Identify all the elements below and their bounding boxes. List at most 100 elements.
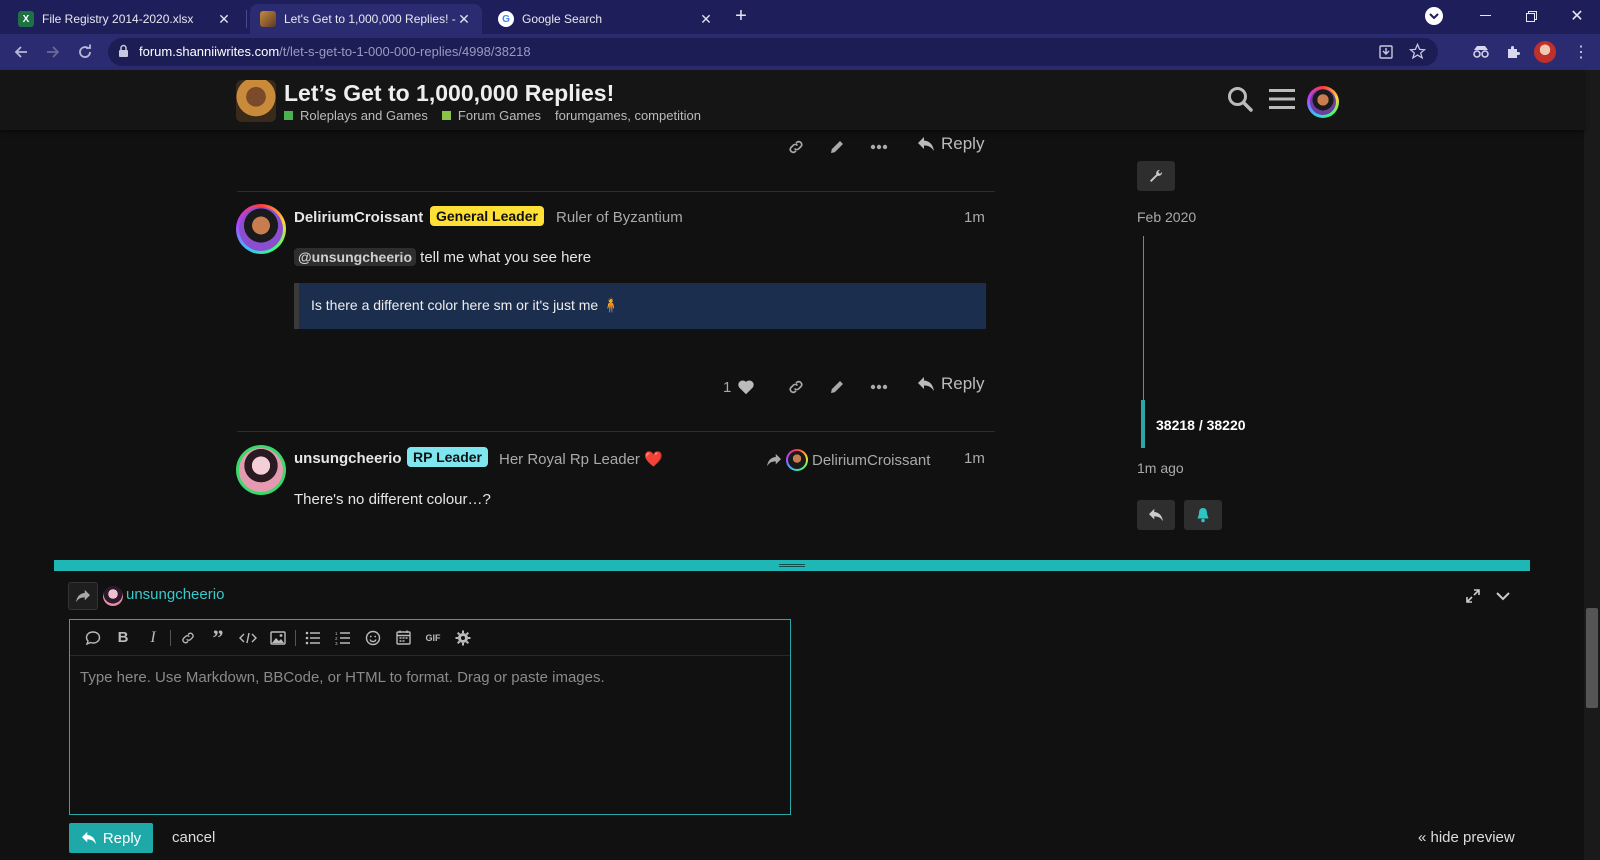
copy-link-icon[interactable] [781,133,811,161]
edit-pencil-icon[interactable] [822,133,852,161]
submit-reply-button[interactable]: Reply [69,823,153,853]
minimize-button[interactable] [1462,0,1508,32]
admin-wrench-button[interactable] [1137,161,1175,191]
user-badge[interactable]: RP Leader [407,447,488,467]
new-tab-button[interactable]: + [726,0,756,32]
share-arrow-icon [767,453,781,467]
reply-arrow-icon [1149,508,1163,522]
subcategory-link[interactable]: Forum Games [458,108,541,123]
reload-button[interactable] [72,39,98,65]
wrench-icon [1150,169,1163,182]
browser-menu-icon[interactable]: ⋮ [1568,39,1594,65]
collapse-chevron-icon[interactable] [1493,586,1513,606]
editor-toolbar: B I ” 123 GIF [70,620,790,656]
reply-arrow-icon [918,137,934,151]
post-time[interactable]: 1m [964,450,985,467]
user-title: Her Royal Rp Leader ❤️ [499,451,663,468]
address-bar[interactable]: forum.shanniiwrites.com/t/let-s-get-to-1… [108,38,1438,66]
tab-forum[interactable]: Let's Get to 1,000,000 Replies! - F ✕ [250,4,482,34]
reply-label: Reply [941,134,985,153]
notification-bell-button[interactable] [1184,500,1222,530]
timeline-handle[interactable] [1141,400,1145,448]
user-title: Ruler of Byzantium [556,209,683,226]
reply-arrow-icon [81,831,96,845]
timeline-last-activity[interactable]: 1m ago [1137,460,1184,476]
post-divider [237,191,995,192]
tab-separator [246,10,247,28]
current-user-avatar[interactable] [1307,86,1339,118]
restore-button[interactable] [1508,0,1554,32]
post-username[interactable]: DeliriumCroissant [294,209,423,226]
post-avatar[interactable] [236,204,286,254]
like-button[interactable]: 1 [723,373,755,401]
reply-button[interactable]: Reply [917,134,984,154]
numbered-list-icon[interactable]: 123 [328,623,358,653]
composer-editor: B I ” 123 GIF [69,619,791,815]
bold-icon[interactable]: B [108,623,138,653]
code-icon[interactable] [233,623,263,653]
more-options-icon[interactable] [864,133,894,161]
cancel-link[interactable]: cancel [172,829,215,846]
extensions-puzzle-icon[interactable] [1500,39,1526,65]
bullet-list-icon[interactable] [298,623,328,653]
incognito-extension-icon[interactable] [1468,39,1494,65]
post-body: @unsungcheerio tell me what you see here [294,248,591,266]
topic-title[interactable]: Let’s Get to 1,000,000 Replies! [284,80,614,107]
composer-action-button[interactable] [68,582,98,610]
post-avatar[interactable] [236,445,286,495]
post-time[interactable]: 1m [964,209,985,226]
reply-button[interactable]: Reply [917,374,984,394]
reply-to-username: DeliriumCroissant [812,451,931,469]
profile-avatar[interactable] [1532,39,1558,65]
tab-google[interactable]: G Google Search ✕ [488,4,724,34]
forward-button[interactable] [40,39,66,65]
category-color-box [441,111,451,120]
scrollbar[interactable] [1584,70,1600,860]
site-logo[interactable] [236,80,276,122]
hide-preview-link[interactable]: « hide preview [1418,829,1515,846]
topic-tags[interactable]: forumgames, competition [555,108,701,123]
edit-pencil-icon[interactable] [822,373,852,401]
heart-icon [738,380,754,395]
italic-icon[interactable]: I [138,623,168,653]
close-window-button[interactable]: ✕ [1554,0,1600,32]
calendar-icon[interactable] [388,623,418,653]
emoji-icon[interactable] [358,623,388,653]
user-mention[interactable]: @unsungcheerio [294,248,416,266]
close-tab-icon[interactable]: ✕ [698,11,714,28]
reply-textarea[interactable] [70,657,790,814]
hamburger-menu-icon[interactable] [1267,84,1297,114]
user-badge[interactable]: General Leader [430,206,544,226]
bookmark-star-icon[interactable] [1408,42,1427,65]
timeline-reply-button[interactable] [1137,500,1175,530]
reply-to-tab[interactable]: DeliriumCroissant [766,447,930,473]
install-app-icon[interactable] [1378,44,1394,65]
tab-title: Let's Get to 1,000,000 Replies! - F [284,12,456,26]
timeline-start-date[interactable]: Feb 2020 [1137,209,1196,225]
quote-bubble-icon[interactable] [78,623,108,653]
category-link[interactable]: Roleplays and Games [300,108,428,123]
gif-icon[interactable]: GIF [418,623,448,653]
gear-icon[interactable] [448,623,478,653]
browser-toolbar: forum.shanniiwrites.com/t/let-s-get-to-1… [0,34,1600,70]
reply-to-username[interactable]: unsungcheerio [126,586,224,603]
blockquote-icon[interactable]: ” [203,623,233,653]
lock-icon[interactable] [118,44,129,63]
scrollbar-thumb[interactable] [1586,608,1598,708]
back-button[interactable] [8,39,34,65]
reply-arrow-icon [918,377,934,391]
tab-excel[interactable]: X File Registry 2014-2020.xlsx ✕ [8,4,242,34]
topic-meta: Roleplays and Games Forum Games forumgam… [284,108,701,123]
post-username[interactable]: unsungcheerio [294,450,402,467]
like-count: 1 [723,378,732,396]
link-icon[interactable] [173,623,203,653]
more-options-icon[interactable] [864,373,894,401]
copy-link-icon[interactable] [781,373,811,401]
chevron-down-icon [1425,7,1443,25]
close-tab-icon[interactable]: ✕ [456,11,472,28]
close-tab-icon[interactable]: ✕ [216,11,232,28]
tab-search-button[interactable] [1418,0,1450,32]
search-icon[interactable] [1225,84,1255,114]
fullscreen-icon[interactable] [1463,586,1483,606]
image-upload-icon[interactable] [263,623,293,653]
